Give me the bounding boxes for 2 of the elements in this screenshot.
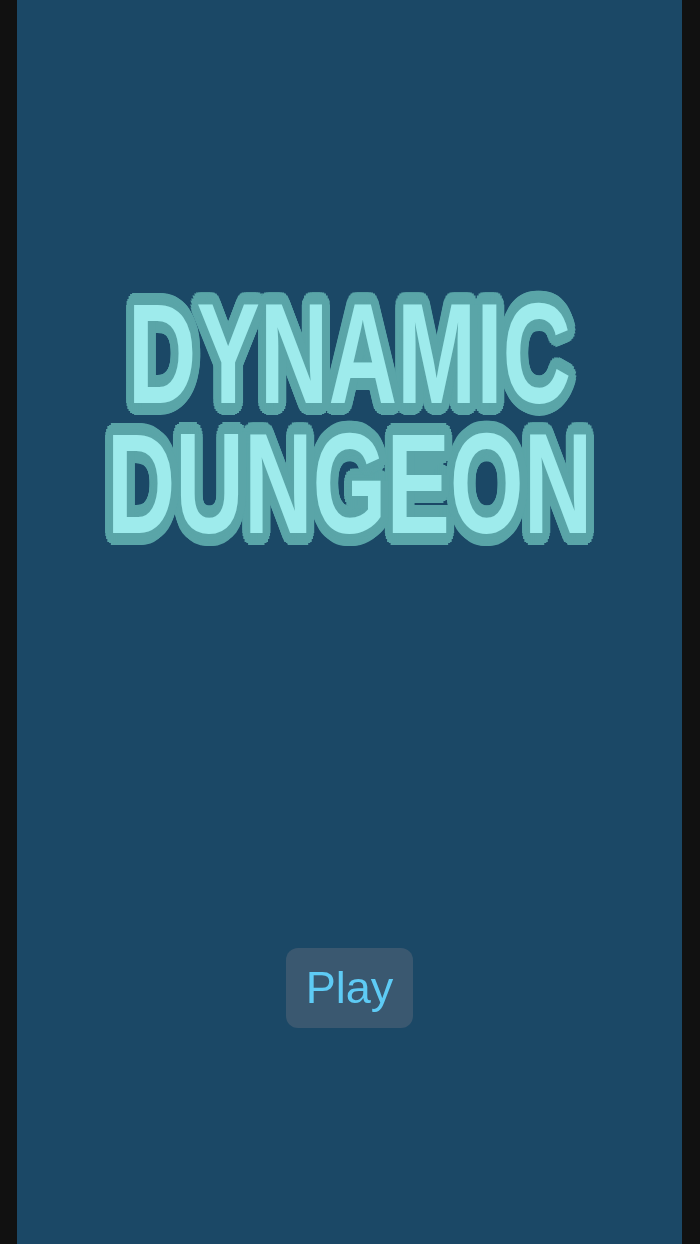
game-title: DYNAMIC DUNGEON [105,281,594,550]
play-button[interactable]: Play [285,948,414,1028]
